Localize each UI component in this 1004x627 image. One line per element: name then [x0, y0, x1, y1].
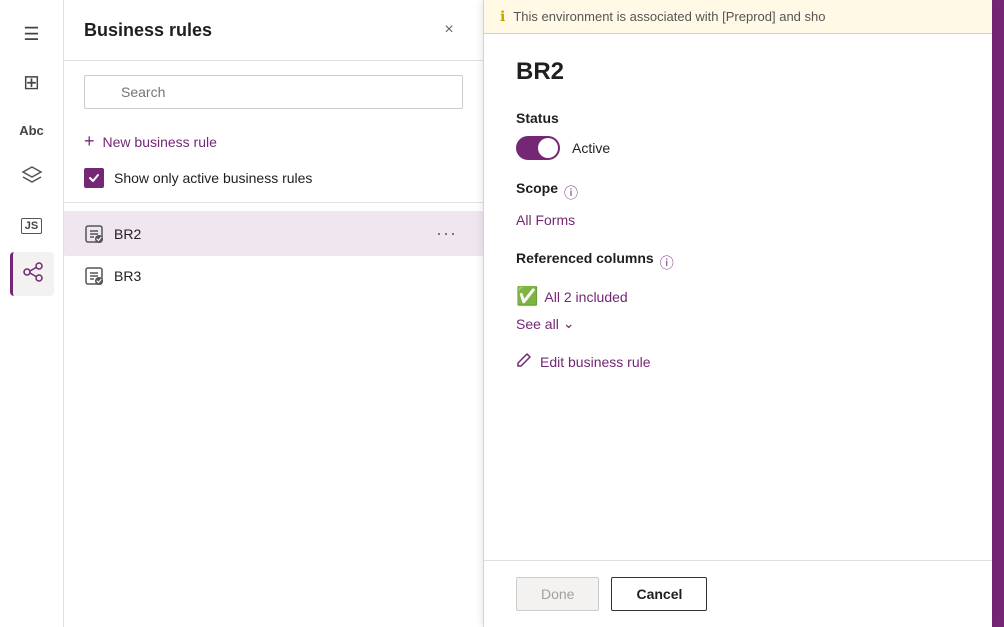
- toggle-thumb: [538, 138, 558, 158]
- right-edge-bar: [992, 0, 1004, 627]
- status-value: Active: [572, 140, 610, 156]
- workflow-icon: [22, 261, 44, 288]
- edit-rule-label: Edit business rule: [540, 354, 651, 370]
- see-all-label: See all: [516, 316, 559, 332]
- search-container: 🔍: [64, 61, 483, 123]
- pencil-icon: [516, 352, 532, 371]
- referenced-value: All 2 included: [544, 289, 627, 305]
- info-banner-text: This environment is associated with [Pre…: [513, 9, 825, 24]
- panel-header: Business rules ×: [64, 0, 483, 61]
- status-label: Status: [516, 110, 960, 126]
- edit-business-rule-button[interactable]: Edit business rule: [516, 352, 651, 371]
- sidebar-item-text[interactable]: Abc: [10, 108, 54, 152]
- sidebar-item-hamburger[interactable]: ☰: [10, 12, 54, 56]
- done-button: Done: [516, 577, 599, 611]
- scope-value: All Forms: [516, 212, 575, 228]
- code-icon: JS: [21, 218, 42, 234]
- new-business-rule-button[interactable]: + New business rule: [64, 123, 483, 160]
- referenced-info-icon[interactable]: ⓘ: [660, 253, 674, 273]
- rule-name-br3: BR3: [114, 268, 141, 284]
- layers-icon: [21, 165, 43, 192]
- rule-more-button-br2[interactable]: ···: [430, 221, 463, 246]
- status-toggle[interactable]: [516, 136, 560, 160]
- sidebar-item-dashboard[interactable]: ⊞: [10, 60, 54, 104]
- filter-row: Show only active business rules: [64, 160, 483, 202]
- sidebar-item-layers[interactable]: [10, 156, 54, 200]
- business-rules-panel: Business rules × 🔍 + New business rule S…: [64, 0, 484, 627]
- rule-icon-br3: [84, 266, 104, 286]
- detail-title: BR2: [516, 58, 960, 86]
- rule-name-br2: BR2: [114, 226, 141, 242]
- scope-section: Scope ⓘ All Forms: [516, 180, 960, 230]
- status-section: Status Active: [516, 110, 960, 160]
- search-wrapper: 🔍: [84, 75, 463, 109]
- rule-item-br3[interactable]: BR3: [64, 256, 483, 296]
- referenced-section: Referenced columns ⓘ ✅ All 2 included Se…: [516, 250, 960, 332]
- check-circle-icon: ✅: [516, 286, 538, 307]
- hamburger-icon: ☰: [23, 24, 39, 45]
- scope-label: Scope: [516, 180, 558, 196]
- sidebar-item-workflow[interactable]: [10, 252, 54, 296]
- rule-list: BR2 ··· BR3: [64, 211, 483, 627]
- info-banner: ℹ This environment is associated with [P…: [484, 0, 992, 34]
- scope-info-icon[interactable]: ⓘ: [564, 183, 578, 203]
- plus-icon: +: [84, 131, 95, 152]
- info-banner-icon: ℹ: [500, 8, 505, 25]
- referenced-included: ✅ All 2 included: [516, 286, 960, 307]
- text-icon: Abc: [19, 123, 44, 138]
- rule-icon-br2: [84, 224, 104, 244]
- filter-checkbox[interactable]: [84, 168, 104, 188]
- dashboard-icon: ⊞: [23, 70, 40, 95]
- detail-content: BR2 Status Active Scope ⓘ All Forms Refe…: [484, 34, 992, 560]
- new-rule-label: New business rule: [103, 134, 217, 150]
- sidebar: ☰ ⊞ Abc JS: [0, 0, 64, 627]
- panel-title: Business rules: [84, 20, 212, 41]
- detail-footer: Done Cancel: [484, 560, 992, 627]
- chevron-down-icon: ⌄: [563, 315, 575, 332]
- referenced-label-row: Referenced columns ⓘ: [516, 250, 960, 276]
- toggle-row: Active: [516, 136, 960, 160]
- search-input[interactable]: [84, 75, 463, 109]
- referenced-label: Referenced columns: [516, 250, 654, 266]
- divider: [64, 202, 483, 203]
- filter-label: Show only active business rules: [114, 170, 312, 186]
- scope-label-row: Scope ⓘ: [516, 180, 960, 206]
- rule-item-br2[interactable]: BR2 ···: [64, 211, 483, 256]
- close-button[interactable]: ×: [435, 16, 463, 44]
- see-all-button[interactable]: See all ⌄: [516, 315, 575, 332]
- sidebar-item-code[interactable]: JS: [10, 204, 54, 248]
- detail-panel: ℹ This environment is associated with [P…: [484, 0, 992, 627]
- cancel-button[interactable]: Cancel: [611, 577, 707, 611]
